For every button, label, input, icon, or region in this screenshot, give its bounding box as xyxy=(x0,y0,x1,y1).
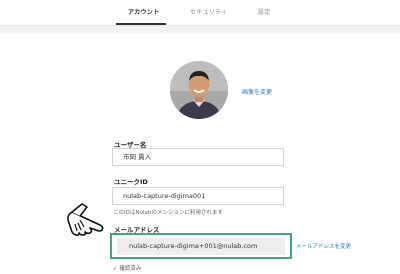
change-email-link[interactable]: メールアドレスを変更 xyxy=(296,242,351,250)
email-field: nulab-capture-digima+001@nulab.com xyxy=(117,238,285,255)
unique-id-input[interactable]: nulab-capture-digima001 xyxy=(112,187,284,205)
change-photo-link[interactable]: 画像を変更 xyxy=(242,87,272,96)
pointing-hand-icon xyxy=(67,203,104,237)
tab-security[interactable]: セキュリティ xyxy=(190,7,227,16)
account-tabs: アカウント セキュリティ 設定 xyxy=(0,0,400,25)
unique-id-label: ユニークID xyxy=(114,178,148,186)
email-verified-status: ✓ 確認済み xyxy=(113,266,142,272)
profile-avatar[interactable] xyxy=(170,61,228,119)
tab-settings[interactable]: 設定 xyxy=(258,7,271,16)
tab-account[interactable]: アカウント xyxy=(128,7,160,16)
unique-id-hint: このIDはNulabのメンションに利用されます xyxy=(113,210,223,216)
username-input[interactable]: 市岡 貫人 xyxy=(112,148,284,166)
avatar-photo-icon xyxy=(170,61,228,119)
header-divider xyxy=(0,25,400,34)
email-highlight-box: nulab-capture-digima+001@nulab.com xyxy=(110,233,292,259)
